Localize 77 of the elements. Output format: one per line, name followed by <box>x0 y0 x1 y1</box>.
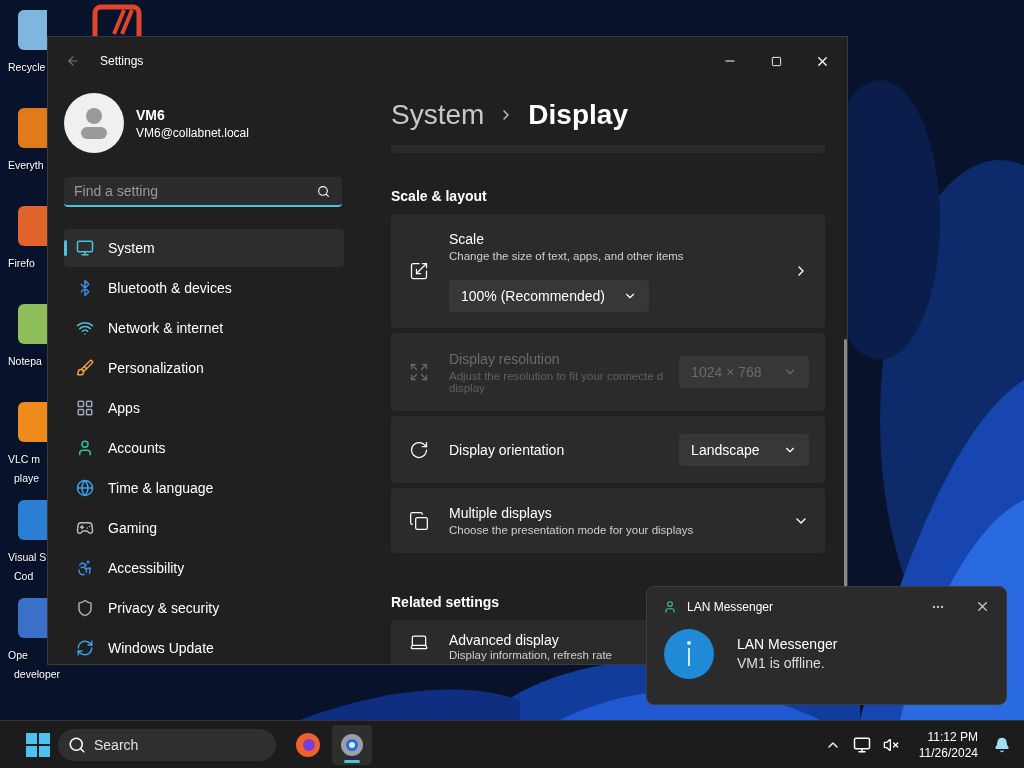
brush-icon <box>76 359 94 377</box>
toast-message: VM1 is offline. <box>737 654 826 673</box>
search-icon <box>317 185 330 198</box>
gear-icon <box>339 731 365 758</box>
wifi-icon <box>76 319 94 337</box>
scale-icon <box>409 261 429 281</box>
shield-icon <box>76 599 94 617</box>
search-icon <box>68 735 86 754</box>
settings-button[interactable] <box>332 724 372 765</box>
browser-icon <box>295 731 321 758</box>
maximize-icon <box>770 55 782 67</box>
bell-icon[interactable] <box>994 736 1010 753</box>
desktop-icon-label: Ope <box>7 648 28 663</box>
accessibility-icon <box>76 559 94 577</box>
nav-item[interactable]: Gaming <box>64 509 344 547</box>
section-heading: Related settings <box>391 594 500 610</box>
setting-title: Advanced display <box>449 632 559 648</box>
scale-dropdown[interactable]: 100% (Recommended) <box>449 279 649 312</box>
setting-description: Change the size of text, apps, and other items <box>449 249 684 262</box>
info-icon <box>663 628 715 680</box>
setting-title: Multiple displays <box>449 505 552 521</box>
taskbar-search-field[interactable]: Search <box>58 728 276 761</box>
nav-item[interactable]: System <box>64 229 344 267</box>
windows-logo-icon <box>26 732 50 757</box>
clock-date[interactable]: 11/26/2024 <box>918 744 978 761</box>
setting-title: Scale <box>449 230 485 247</box>
nav-item[interactable]: Network & internet <box>64 309 344 347</box>
window-title: Settings <box>100 54 144 68</box>
nav-item[interactable]: Privacy & security <box>64 589 344 627</box>
gamepad-icon <box>76 519 94 537</box>
nav-item[interactable]: Accounts <box>64 429 344 467</box>
value-dropdown[interactable]: Landscape <box>679 433 810 466</box>
desktop-icon-label: Everyth <box>7 158 44 173</box>
setting-card[interactable]: Multiple displays Choose the presentation mode for your displays <box>391 488 826 553</box>
displays-icon <box>409 510 429 531</box>
resolution-icon <box>409 362 429 382</box>
refresh-icon <box>76 639 94 657</box>
nav-item[interactable]: Bluetooth & devices <box>64 269 344 307</box>
breadcrumb-item[interactable]: System <box>391 99 485 131</box>
monitor-icon <box>76 239 94 257</box>
desktop-icon-label: developer <box>13 667 61 682</box>
user-email: VM6@collabnet.local <box>136 125 249 140</box>
nav-item[interactable]: Personalization <box>64 349 344 387</box>
clock-time[interactable]: 11:12 PM <box>927 728 978 745</box>
app-icon <box>663 599 677 614</box>
toast-app-name: LAN Messenger <box>687 599 774 614</box>
close-icon <box>975 599 990 614</box>
desktop-icon-label: Notepa <box>7 354 42 369</box>
settings-search-field[interactable]: Find a setting <box>64 177 342 207</box>
nav-item[interactable]: Time & language <box>64 469 344 507</box>
globe-icon <box>76 479 94 497</box>
apps-grid-icon <box>76 399 94 417</box>
rotate-icon <box>409 439 429 460</box>
setting-title: Display orientation <box>449 441 565 458</box>
desktop-icon-label: Cod <box>13 569 34 584</box>
setting-card[interactable]: Scale Change the size of text, apps, and other items 100% (Recommended) <box>391 214 826 328</box>
setting-description: Display information, refresh rate <box>449 649 612 661</box>
back-icon[interactable] <box>66 54 80 68</box>
breadcrumb-item: Display <box>528 99 628 131</box>
volume-muted-icon[interactable] <box>882 736 899 753</box>
setting-title: Display resolution <box>449 350 560 367</box>
close-button[interactable] <box>975 599 990 614</box>
setting-description: Choose the presentation mode for your displays <box>449 524 694 536</box>
avatar <box>64 93 124 153</box>
nav-item[interactable]: Accessibility <box>64 549 344 587</box>
desktop-icon-label: Firefo <box>7 256 35 271</box>
section-heading: Scale & layout <box>391 188 487 204</box>
network-icon[interactable] <box>852 735 871 754</box>
desktop-icon-label: playe <box>13 471 40 486</box>
person-icon <box>76 439 94 457</box>
nav-item[interactable]: Windows Update <box>64 629 344 664</box>
nav-item[interactable]: Apps <box>64 389 344 427</box>
toast-title: LAN Messenger <box>737 635 838 654</box>
user-name: VM6 <box>136 106 166 123</box>
desktop-icon-label: Recycle <box>7 60 46 75</box>
app-icon[interactable] <box>92 4 142 36</box>
desktop-icon-label: VLC m <box>7 452 41 467</box>
